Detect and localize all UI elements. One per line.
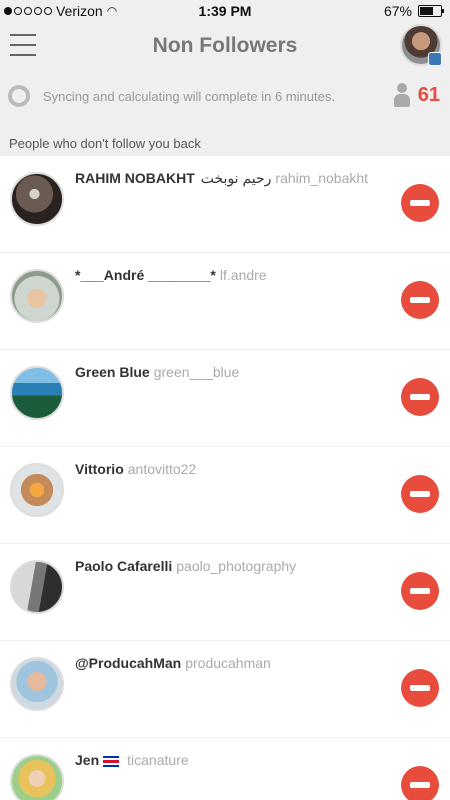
page-title: Non Followers — [152, 34, 298, 57]
minus-icon — [410, 394, 430, 400]
sync-text: Syncing and calculating will complete in… — [43, 89, 335, 104]
non-follower-count: 61 — [392, 83, 440, 107]
count-number: 61 — [417, 83, 440, 106]
user-text: Jen ticanature — [75, 752, 189, 768]
user-display-name-extra: رحیم نوبخت — [200, 170, 272, 186]
header: Non Followers — [0, 24, 450, 70]
user-text: *___André ________* lf.andre — [75, 267, 267, 283]
user-handle: ticanature — [127, 752, 189, 768]
user-text: Paolo Cafarelli paolo_photography — [75, 558, 296, 574]
status-right: 67% — [383, 3, 444, 19]
non-followers-list: RAHIM NOBAKHT رحیم نوبخت rahim_nobakht *___… — [0, 156, 450, 800]
user-avatar[interactable] — [10, 657, 64, 711]
user-avatar[interactable] — [10, 463, 64, 517]
user-name: *___André ________* — [75, 267, 216, 283]
unfollow-button[interactable] — [401, 475, 439, 513]
unfollow-button[interactable] — [401, 572, 439, 610]
list-item[interactable]: Green Blue green___blue — [0, 350, 450, 447]
person-icon — [392, 83, 412, 107]
instagram-badge-icon — [428, 52, 442, 66]
section-header: People who don't follow you back — [0, 130, 450, 156]
unfollow-button[interactable] — [401, 184, 439, 222]
battery-icon — [418, 5, 444, 17]
user-name: Vittorio — [75, 461, 124, 477]
minus-icon — [410, 200, 430, 206]
costa-rica-flag-icon — [103, 755, 120, 767]
battery-percent: 67% — [383, 3, 412, 19]
sync-icon — [8, 85, 30, 107]
user-text: RAHIM NOBAKHT رحیم نوبخت rahim_nobakht — [75, 170, 368, 187]
sync-bar: Syncing and calculating will complete in… — [0, 70, 450, 130]
user-name: RAHIM NOBAKHT — [75, 170, 195, 186]
profile-avatar[interactable] — [400, 24, 442, 66]
user-text: Green Blue green___blue — [75, 364, 239, 380]
user-handle: green___blue — [153, 364, 240, 380]
user-text: Vittorio antovitto22 — [75, 461, 196, 477]
unfollow-button[interactable] — [401, 281, 439, 319]
list-item[interactable]: Paolo Cafarelli paolo_photography — [0, 544, 450, 641]
user-avatar[interactable] — [10, 754, 64, 800]
minus-icon — [410, 297, 430, 303]
user-handle: paolo_photography — [176, 558, 297, 574]
user-avatar[interactable] — [10, 560, 64, 614]
user-handle: rahim_nobakht — [275, 170, 369, 186]
list-item[interactable]: *___André ________* lf.andre — [0, 253, 450, 350]
user-handle: producahman — [185, 655, 271, 671]
minus-icon — [410, 782, 430, 788]
list-item[interactable]: RAHIM NOBAKHT رحیم نوبخت rahim_nobakht — [0, 156, 450, 253]
user-avatar[interactable] — [10, 172, 64, 226]
list-item[interactable]: Vittorio antovitto22 — [0, 447, 450, 544]
minus-icon — [410, 685, 430, 691]
user-name: Green Blue — [75, 364, 150, 380]
unfollow-button[interactable] — [401, 766, 439, 800]
user-name: Paolo Cafarelli — [75, 558, 173, 574]
user-name: @ProducahMan — [75, 655, 182, 671]
list-item[interactable]: Jen ticanature — [0, 738, 450, 800]
status-time: 1:39 PM — [198, 3, 252, 19]
user-avatar[interactable] — [10, 269, 64, 323]
user-handle: antovitto22 — [127, 461, 197, 477]
user-name: Jen — [75, 752, 100, 768]
list-item[interactable]: @ProducahMan producahman — [0, 641, 450, 738]
minus-icon — [410, 588, 430, 594]
unfollow-button[interactable] — [401, 378, 439, 416]
unfollow-button[interactable] — [401, 669, 439, 707]
minus-icon — [410, 491, 430, 497]
user-handle: lf.andre — [219, 267, 267, 283]
user-text: @ProducahMan producahman — [75, 655, 271, 671]
status-bar: Verizon ◠ 1:39 PM 67% — [0, 0, 450, 24]
user-avatar[interactable] — [10, 366, 64, 420]
